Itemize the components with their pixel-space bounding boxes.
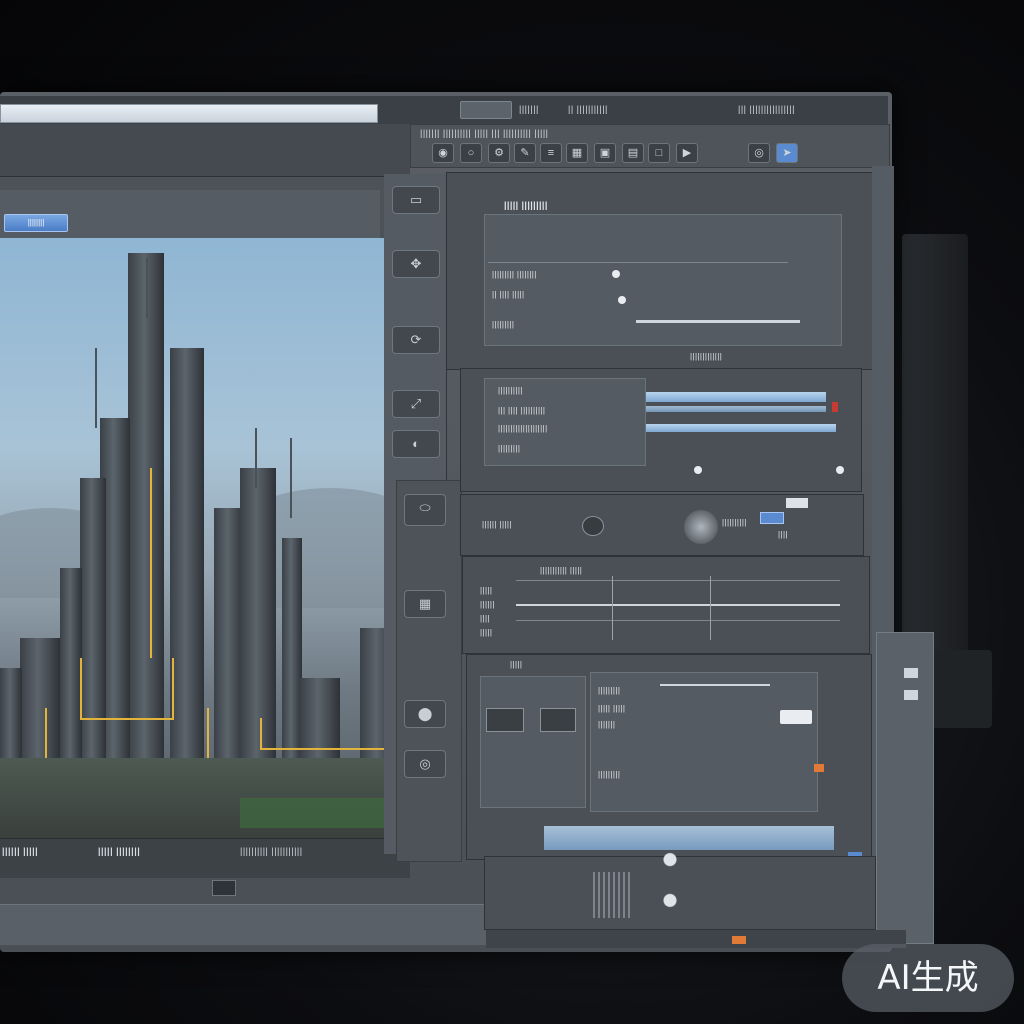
texture-label: |||| [778, 530, 788, 539]
timeline-row-label: |||||| [480, 600, 495, 609]
image-icon[interactable]: ▣ [594, 143, 616, 163]
arrow-icon[interactable]: ➤ [776, 143, 798, 163]
grid-icon[interactable]: ▦ [566, 143, 588, 163]
gear-icon[interactable]: ⚙ [488, 143, 510, 163]
top-label: ||| |||||||||||||||| [738, 104, 795, 114]
footer-label: |||||||||| ||||||||||| [240, 846, 303, 856]
rotate-tool-icon[interactable]: ⟳ [392, 326, 440, 354]
slider-track[interactable] [636, 320, 800, 323]
texture-preview-icon[interactable] [582, 516, 604, 536]
monitor-stand [902, 234, 968, 654]
timeline-row-label: ||||| [480, 628, 493, 637]
layer-thumbnail[interactable] [540, 708, 576, 732]
tab-button[interactable] [460, 101, 512, 119]
scale-tool-icon[interactable]: ⤢ [392, 390, 440, 418]
move-tool-icon[interactable]: ✥ [392, 250, 440, 278]
slider-knob[interactable] [618, 296, 626, 304]
layers-header: ||||| [510, 660, 523, 669]
toggle-knob[interactable] [694, 466, 702, 474]
texture-toggle[interactable] [786, 498, 808, 508]
layer-toggle[interactable] [780, 710, 812, 724]
viewport-mode-button[interactable]: |||||||| [4, 214, 68, 232]
panel-title: ||||| ||||||||| [504, 200, 548, 210]
brush-icon[interactable]: ✎ [514, 143, 536, 163]
status-bar [486, 930, 906, 948]
properties-group [484, 214, 842, 346]
panel-caption: ||||||||||||| [690, 352, 723, 361]
material-label: ||||||||| [498, 444, 521, 453]
material-label: ||| |||| |||||||||| [498, 406, 546, 415]
layer-thumbnail[interactable] [486, 708, 524, 732]
sculpt-tool-icon[interactable]: ◐ [392, 430, 440, 458]
sphere-preview-icon[interactable] [684, 510, 718, 544]
layers-list [590, 672, 818, 812]
strip-button[interactable] [904, 668, 918, 678]
layer-color-marker [814, 764, 824, 772]
folder-icon[interactable]: ▤ [622, 143, 644, 163]
box-icon[interactable]: □ [648, 143, 670, 163]
toolbar-label-row: ||||||| |||||||||| ||||| ||| |||||||||| … [420, 128, 549, 138]
render-icon[interactable]: ▶ [676, 143, 698, 163]
layer-row: ||||||||| [598, 686, 621, 695]
3d-viewport[interactable] [0, 238, 396, 838]
bottom-bar [0, 904, 486, 945]
brush-tool-icon[interactable]: ⬭ [404, 494, 446, 526]
timeline-header: ||||||||||| ||||| [540, 566, 583, 575]
camera-tool-icon[interactable]: ⬤ [404, 700, 446, 728]
toggle-knob[interactable] [836, 466, 844, 474]
texture-toggle[interactable] [760, 512, 784, 524]
footer-label: ||||| |||||||| [98, 846, 141, 856]
camera-icon[interactable]: ◉ [432, 143, 454, 163]
viewport-footer [0, 838, 410, 879]
side-strip [876, 632, 934, 944]
ai-generated-watermark: AI生成 [842, 944, 1014, 1012]
timeline-row-label: |||| [480, 614, 490, 623]
drag-handle-icon[interactable] [660, 846, 680, 914]
top-label: ||||||| [519, 104, 539, 114]
value-bar[interactable] [646, 392, 826, 402]
layer-row: ||||||||| [598, 770, 621, 779]
monitor-stand-base [930, 650, 992, 728]
value-bar[interactable] [646, 424, 836, 432]
layer-row: ||||| ||||| [598, 704, 626, 713]
layers-icon[interactable]: ≡ [540, 143, 562, 163]
top-label: || ||||||||||| [568, 104, 608, 114]
slider-knob[interactable] [612, 270, 620, 278]
texture-label: |||||| ||||| [482, 520, 512, 529]
property-label: || |||| ||||| [492, 290, 525, 299]
value-bar[interactable] [646, 406, 826, 412]
texture-label: |||||||||| [722, 518, 747, 527]
selected-layer-bar[interactable] [544, 826, 834, 850]
opacity-slider[interactable] [660, 684, 770, 686]
circle-icon[interactable]: ○ [460, 143, 482, 163]
material-label: |||||||||||||||||||| [498, 424, 548, 433]
timeline-track[interactable] [516, 604, 840, 606]
timeline-row-label: ||||| [480, 586, 493, 595]
footer-label: |||||| ||||| [2, 846, 39, 856]
status-marker [732, 936, 746, 944]
viewport-header [0, 124, 410, 177]
property-label: ||||||||| [492, 320, 515, 329]
warning-marker [832, 402, 838, 412]
paint-tool-icon[interactable]: ▦ [404, 590, 446, 618]
footer-button[interactable] [212, 880, 236, 896]
histogram [590, 872, 630, 918]
tools-sidebar-secondary [396, 480, 462, 862]
title-field[interactable] [0, 104, 378, 123]
light-tool-icon[interactable]: ◎ [404, 750, 446, 778]
material-label: |||||||||| [498, 386, 523, 395]
bottom-panel [484, 856, 876, 930]
layer-row: ||||||| [598, 720, 616, 729]
settings-icon[interactable]: ◎ [748, 143, 770, 163]
strip-button[interactable] [904, 690, 918, 700]
layers-thumbnails [480, 676, 586, 808]
select-tool-icon[interactable]: ▭ [392, 186, 440, 214]
property-label: ||||||||| |||||||| [492, 270, 537, 279]
